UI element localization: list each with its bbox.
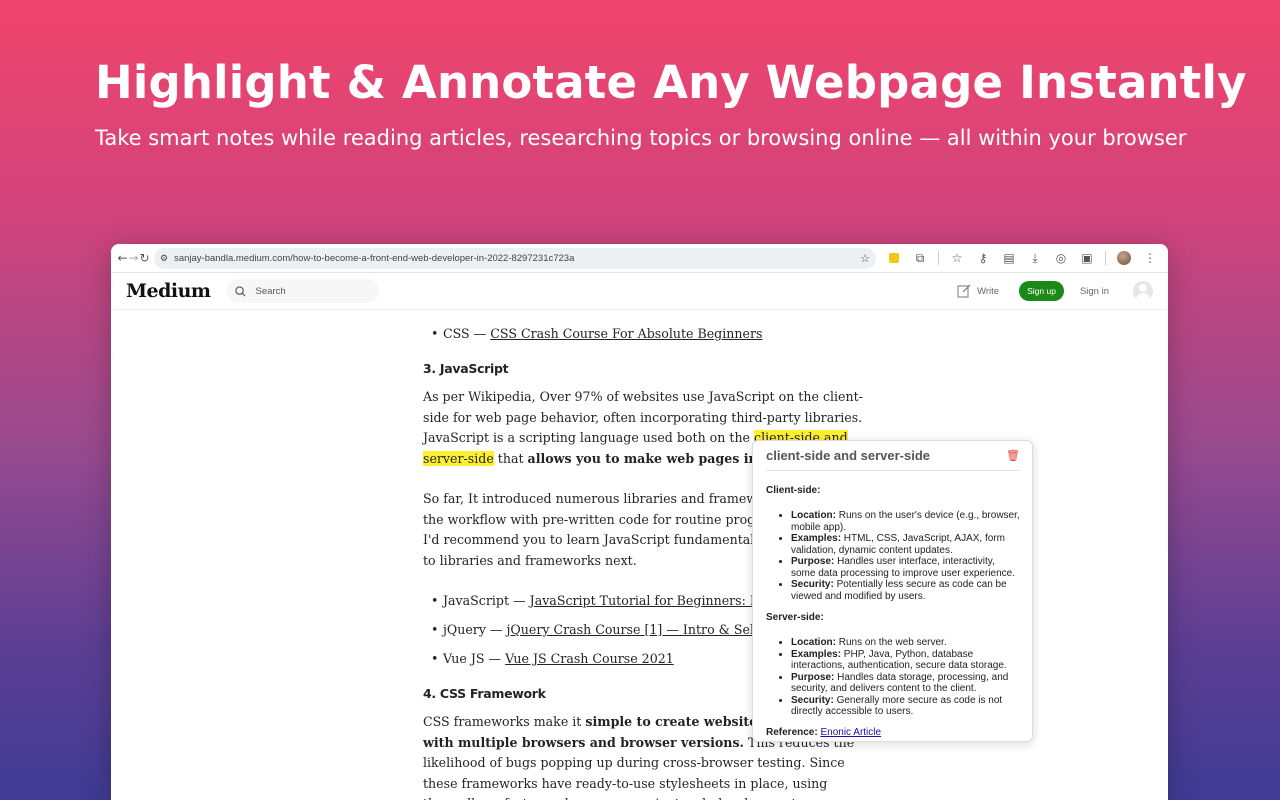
- sidepanel-icon[interactable]: ▣: [1075, 246, 1099, 270]
- note-item: Examples: HTML, CSS, JavaScript, AJAX, f…: [791, 533, 1020, 556]
- browser-toolbar: ← → ↻ ⚙ sanjay-bandla.medium.com/how-to-…: [111, 244, 1168, 273]
- annotation-popup: client-side and server-side 🗑 Client-sid…: [752, 440, 1033, 742]
- note-item: Location: Runs on the web server.: [791, 637, 1020, 649]
- reading-list-icon[interactable]: ▤: [997, 246, 1021, 270]
- screenshot-icon[interactable]: ◎: [1049, 246, 1073, 270]
- client-side-heading: Client-side:: [766, 485, 821, 496]
- address-bar[interactable]: ⚙ sanjay-bandla.medium.com/how-to-become…: [154, 247, 876, 269]
- note-item: Security: Generally more secure as code …: [791, 695, 1020, 718]
- signin-link[interactable]: Sign in: [1080, 286, 1109, 297]
- section-heading: 3. JavaScript: [423, 360, 509, 376]
- extensions-puzzle-icon[interactable]: ⧉: [908, 246, 932, 270]
- hero-title: Highlight & Annotate Any Webpage Instant…: [95, 56, 1247, 109]
- search-input[interactable]: Search: [226, 279, 379, 303]
- server-side-heading: Server-side:: [766, 612, 824, 623]
- write-pencil-icon: [957, 284, 971, 298]
- forward-icon[interactable]: →: [128, 246, 139, 270]
- note-item: Purpose: Handles user interface, interac…: [791, 556, 1020, 579]
- search-icon: [234, 285, 246, 297]
- article-link[interactable]: Vue JS Crash Course 2021: [505, 651, 674, 666]
- bookmark-star-icon[interactable]: ☆: [860, 252, 870, 265]
- note-item: Location: Runs on the user's device (e.g…: [791, 510, 1020, 533]
- download-icon[interactable]: ⤓: [1023, 246, 1047, 270]
- password-key-icon[interactable]: ⚷: [971, 246, 995, 270]
- url-text: sanjay-bandla.medium.com/how-to-become-a…: [174, 252, 575, 264]
- profile-avatar[interactable]: [1112, 246, 1136, 270]
- note-extension-icon[interactable]: [882, 246, 906, 270]
- article-link[interactable]: jQuery Crash Course [1] — Intro & Select…: [507, 622, 794, 637]
- reference-line: Reference: Enonic Article: [766, 726, 882, 738]
- article-link[interactable]: CSS Crash Course For Absolute Beginners: [490, 326, 762, 341]
- browser-window: ← → ↻ ⚙ sanjay-bandla.medium.com/how-to-…: [111, 244, 1168, 800]
- medium-logo[interactable]: Medium: [126, 280, 211, 302]
- toolbar-divider: [938, 251, 939, 265]
- toolbar-divider: [1105, 251, 1106, 265]
- note-item: Examples: PHP, Java, Python, database in…: [791, 649, 1020, 672]
- delete-trash-icon[interactable]: 🗑: [1006, 449, 1020, 462]
- signup-button[interactable]: Sign up: [1019, 281, 1064, 301]
- list-item: CSS — CSS Crash Course For Absolute Begi…: [431, 324, 863, 345]
- search-placeholder: Search: [255, 285, 286, 297]
- hero-subtitle: Take smart notes while reading articles,…: [95, 126, 1187, 150]
- user-avatar-icon[interactable]: [1133, 281, 1153, 301]
- reference-link[interactable]: Enonic Article: [820, 727, 881, 738]
- back-icon[interactable]: ←: [117, 246, 128, 270]
- note-item: Security: Potentially less secure as cod…: [791, 579, 1020, 602]
- annotation-title: client-side and server-side: [766, 448, 931, 463]
- medium-header: Medium Search Write Sign up Sign in: [111, 273, 1168, 310]
- site-info-icon[interactable]: ⚙: [160, 253, 168, 264]
- menu-kebab-icon[interactable]: ⋮: [1138, 246, 1162, 270]
- write-button[interactable]: Write: [957, 284, 999, 298]
- write-label: Write: [977, 285, 1000, 297]
- note-item: Purpose: Handles data storage, processin…: [791, 672, 1020, 695]
- reload-icon[interactable]: ↻: [139, 246, 150, 270]
- bookmarks-icon[interactable]: ☆: [945, 246, 969, 270]
